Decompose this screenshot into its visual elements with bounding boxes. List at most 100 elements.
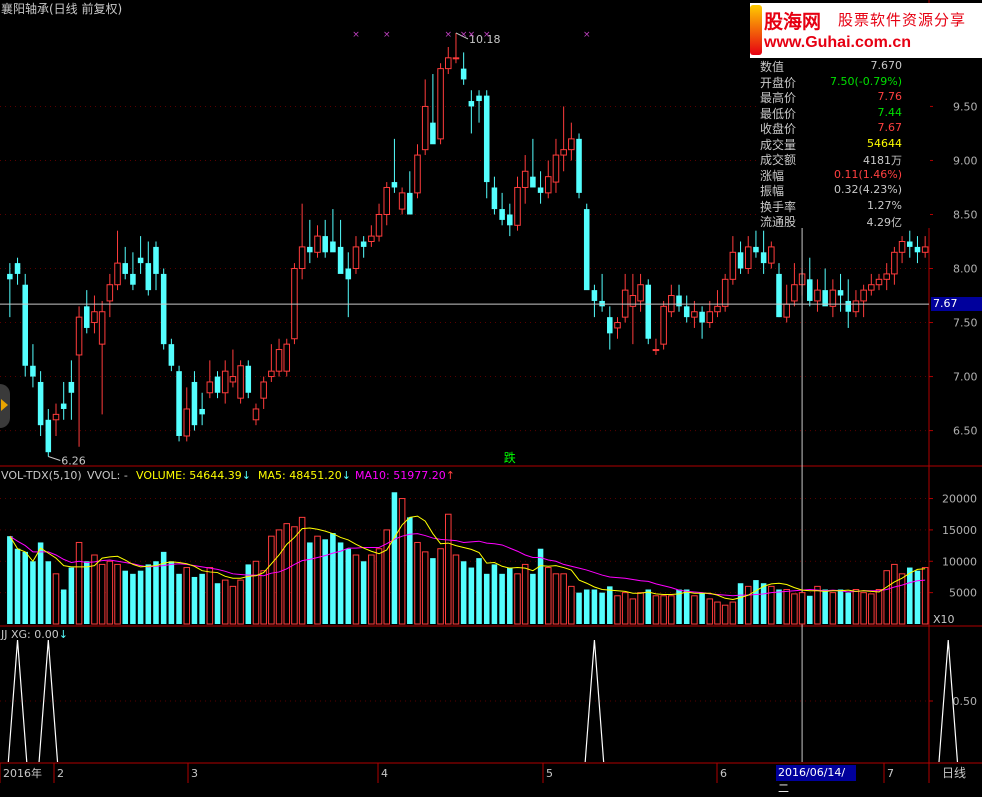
info-label: 成交量 — [760, 137, 797, 152]
candle-body — [875, 278, 883, 286]
volume-bar — [14, 548, 21, 624]
candle-body — [91, 311, 98, 324]
info-label: 换手率 — [760, 199, 797, 214]
volume-bar — [783, 589, 790, 625]
candle-body — [368, 235, 375, 243]
volume-bar — [252, 560, 260, 625]
candle-body — [168, 344, 175, 366]
volume-bar — [845, 592, 852, 624]
volume-bar — [691, 595, 698, 625]
volume-bar — [776, 589, 782, 624]
info-value: 7.50(-0.79%) — [830, 74, 902, 88]
x-axis-label: 3 — [191, 767, 198, 780]
expand-panel-button[interactable] — [0, 384, 10, 428]
candle-body — [237, 365, 244, 399]
volume-bar — [837, 589, 844, 624]
volume-bar — [452, 554, 460, 625]
x-axis-label: 7 — [887, 767, 894, 780]
candle-body — [852, 300, 860, 313]
info-label: 流通股 — [760, 215, 797, 229]
candle-body — [607, 317, 613, 334]
candle-body — [229, 376, 237, 383]
jj-indicator-title[interactable]: JJ XG: 0.00↓ — [1, 628, 68, 641]
candle-body — [721, 278, 729, 307]
price-tick-label: 7.50 — [953, 317, 978, 330]
candle-body — [537, 187, 544, 193]
period-label[interactable]: 日线 — [942, 764, 966, 781]
expand-arrow-icon — [1, 399, 8, 411]
info-label: 振幅 — [760, 184, 785, 198]
candle-body — [437, 68, 444, 140]
volume-bar — [576, 592, 582, 624]
volume-bar — [183, 567, 191, 625]
candle-body — [30, 365, 36, 377]
info-value: 0.11(1.46%) — [833, 167, 902, 181]
volume-bar — [491, 564, 498, 624]
volume-indicator-name[interactable]: VOL-TDX(5,10) — [1, 469, 82, 482]
candle-body — [760, 252, 767, 264]
volume-bar — [891, 563, 898, 625]
volume-bar — [729, 601, 737, 625]
signal-marker-icon: × — [483, 30, 491, 40]
volume-bar — [460, 561, 467, 624]
volume-bar — [621, 592, 629, 625]
volume-bar — [191, 576, 198, 624]
signal-marker-icon: × — [583, 30, 591, 40]
volume-bar — [268, 535, 275, 625]
candle-body — [699, 311, 705, 323]
volume-bar — [130, 573, 136, 624]
candle-body — [483, 95, 490, 183]
price-tick-label: 9.50 — [953, 100, 978, 113]
info-value: 4181万 — [863, 154, 902, 167]
quote-info-panel: 数值 7.670 开盘价 7.50(-0.79%) 最高价 7.76 最低价 7.44 收盘价 7… — [760, 58, 930, 229]
candle-body — [383, 186, 391, 215]
ad-url[interactable]: www.Guhai.com.cn — [764, 34, 911, 52]
ma10-value: MA10: 51977.20↑ — [355, 469, 455, 482]
candle-body — [375, 213, 383, 237]
ma10-value-text: MA10: 51977.20 — [355, 469, 446, 482]
volume-bar — [176, 573, 182, 624]
volume-bar — [68, 567, 75, 624]
info-label: 收盘价 — [760, 122, 797, 136]
volume-bar — [30, 561, 36, 624]
low-price-annotation: 6.26 — [61, 455, 86, 468]
volume-bar — [868, 593, 875, 625]
ad-banner[interactable]: 股海网 股票软件资源分享 www.Guhai.com.cn — [750, 3, 982, 58]
volume-bar — [283, 523, 291, 625]
candle-body — [629, 295, 637, 307]
candle-body — [176, 371, 182, 436]
price-tick-label: 7.00 — [953, 371, 978, 384]
info-label: 最高价 — [760, 91, 797, 105]
candle-body — [737, 252, 744, 269]
candle-body — [337, 246, 344, 274]
candle-body — [7, 273, 13, 280]
volume-bar — [714, 601, 721, 625]
candle-body — [560, 149, 567, 156]
volume-bar — [822, 589, 828, 624]
candle-body — [137, 257, 144, 264]
volume-bar — [214, 583, 221, 624]
volume-bar — [245, 564, 252, 624]
volume-bar — [614, 595, 621, 625]
volume-tick-label: 5000 — [949, 587, 977, 600]
x-axis-label: 2 — [57, 767, 64, 780]
volume-bar — [599, 592, 605, 624]
candle-body — [291, 268, 298, 340]
volume-bar — [530, 573, 536, 624]
candle-body — [14, 263, 21, 274]
volume-bar — [637, 592, 644, 625]
candle-body — [160, 273, 167, 345]
volume-bar — [98, 563, 106, 625]
volume-bar — [375, 548, 383, 625]
candle-body — [98, 311, 106, 345]
volume-bar — [721, 604, 729, 625]
x-axis-label: 6 — [720, 767, 727, 780]
volume-bar — [514, 573, 521, 625]
candle-body — [652, 349, 660, 352]
candle-body — [421, 105, 429, 151]
low-pointer — [48, 456, 61, 461]
candle-body — [245, 365, 252, 393]
signal-marker-icon: × — [352, 30, 360, 40]
candle-body — [753, 246, 759, 253]
candle-body — [860, 289, 867, 302]
